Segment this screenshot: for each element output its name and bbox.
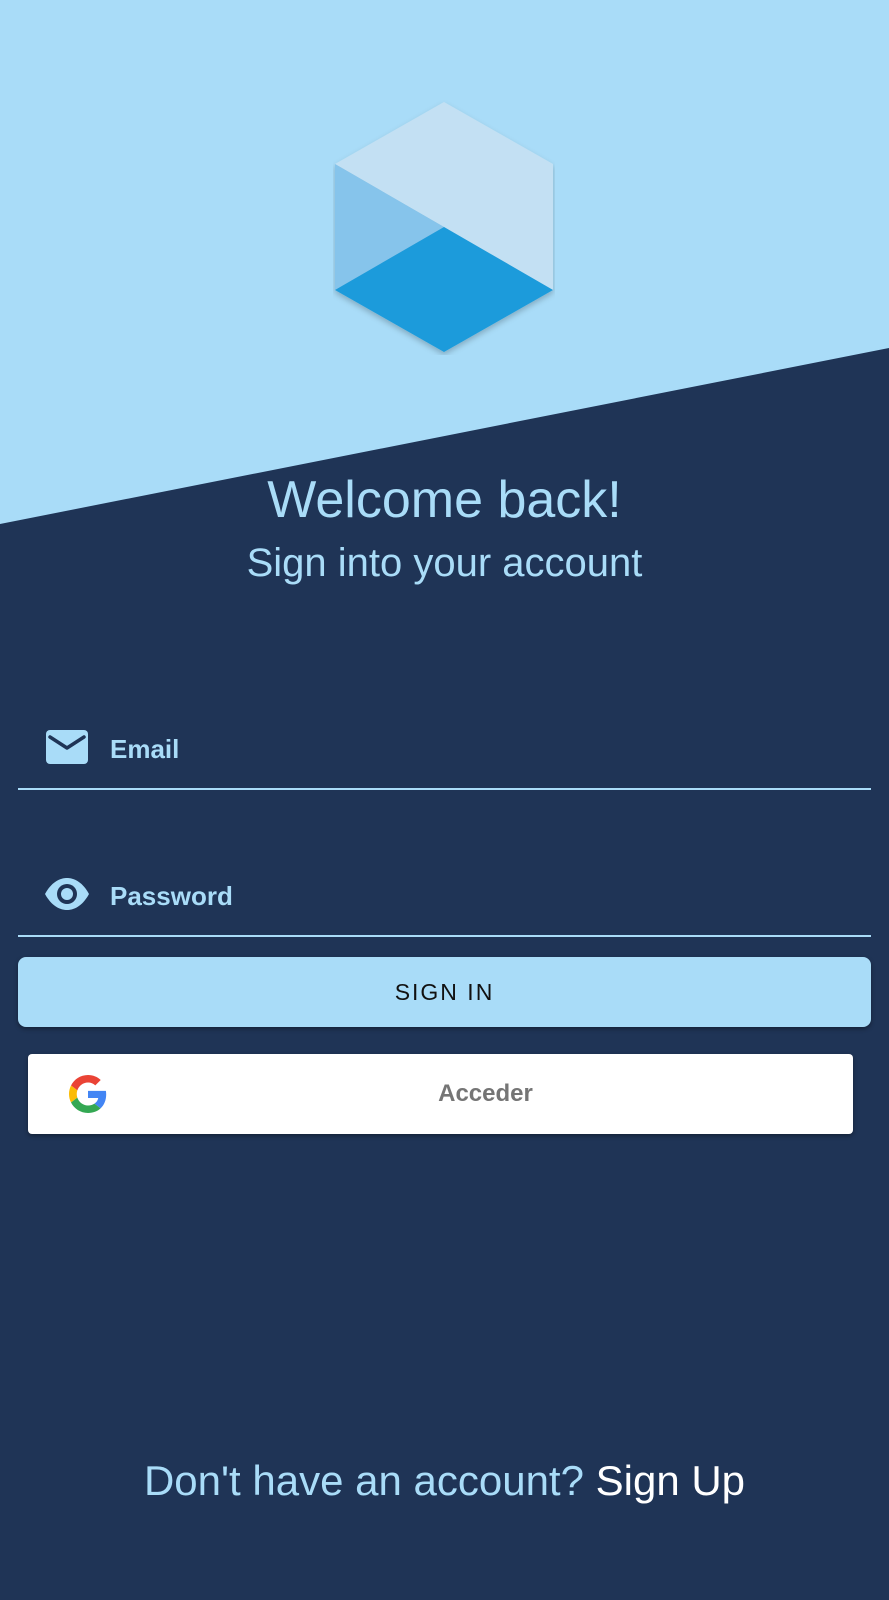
password-field[interactable]: Password bbox=[18, 853, 871, 937]
welcome-subtitle: Sign into your account bbox=[246, 541, 643, 585]
signup-prompt-row: Don't have an account? Sign Up bbox=[0, 1455, 889, 1507]
eye-icon[interactable] bbox=[44, 875, 90, 913]
google-sign-in-label: Acceder bbox=[438, 1080, 533, 1107]
mail-icon bbox=[44, 728, 90, 766]
login-screen: Welcome back! Sign into your account Ema… bbox=[0, 0, 889, 1600]
google-sign-in-button[interactable]: Acceder bbox=[28, 1054, 853, 1134]
google-g-icon bbox=[69, 1075, 107, 1113]
email-field[interactable]: Email bbox=[18, 706, 871, 790]
welcome-title: Welcome back! bbox=[267, 471, 622, 529]
password-placeholder: Password bbox=[110, 881, 233, 911]
sign-in-button[interactable]: SIGN IN bbox=[18, 957, 871, 1027]
email-placeholder: Email bbox=[110, 734, 180, 764]
signup-prompt-text: Don't have an account? bbox=[143, 1457, 584, 1504]
sign-up-link[interactable]: Sign Up bbox=[596, 1457, 745, 1504]
hexagon-cube-logo-icon bbox=[333, 100, 555, 355]
